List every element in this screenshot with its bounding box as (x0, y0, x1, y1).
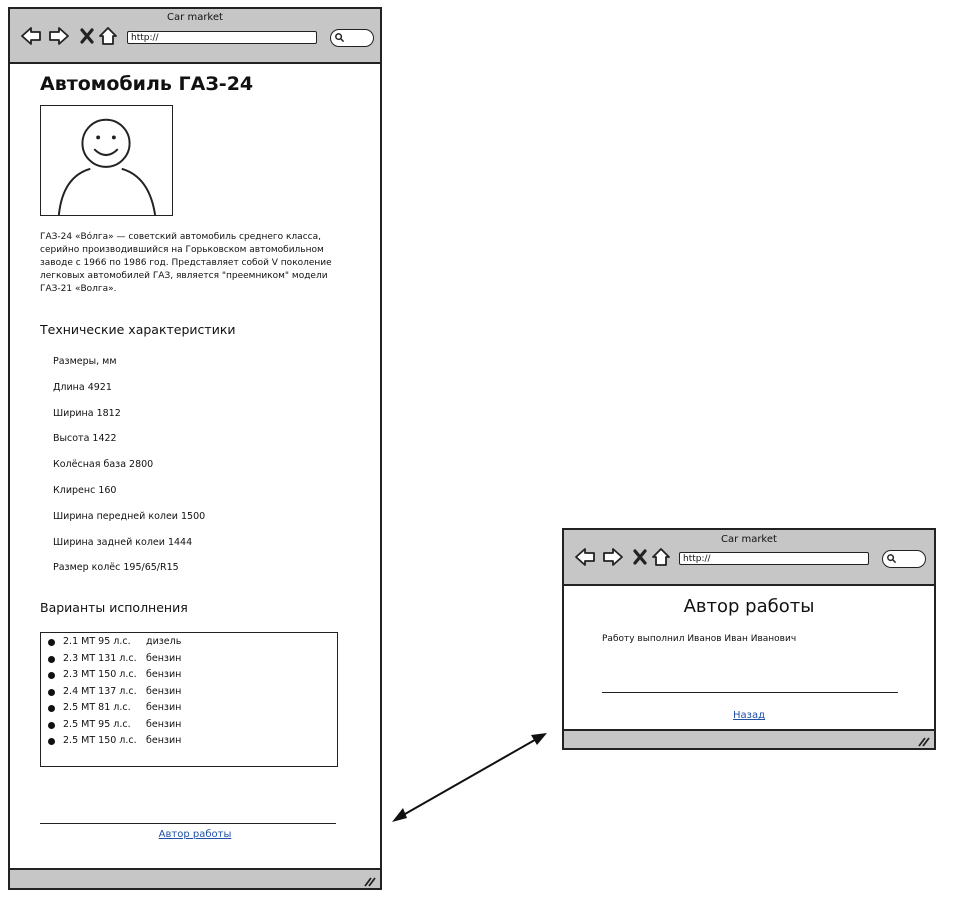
specs-heading: Технические характеристики (40, 322, 236, 337)
bullet-icon (48, 672, 55, 679)
variant-fuel: дизель (146, 636, 182, 647)
status-bar (564, 729, 934, 748)
variants-heading: Варианты исполнения (40, 600, 188, 615)
spec-item: Клиренс 160 (53, 485, 117, 496)
user-placeholder-icon (57, 118, 157, 215)
resize-grip-icon[interactable] (362, 875, 376, 887)
bullet-icon (48, 639, 55, 646)
status-bar (10, 868, 380, 888)
back-arrow-icon[interactable] (20, 25, 42, 47)
arrowhead-right-icon (531, 733, 547, 745)
search-icon (335, 33, 345, 43)
spec-item: Длина 4921 (53, 382, 112, 393)
variant-spec: 2.3 МТ 131 л.с. (63, 653, 137, 664)
variant-spec: 2.3 МТ 150 л.с. (63, 669, 137, 680)
page-title: Автор работы (683, 596, 815, 617)
browser-toolbar: Car market http:// (564, 530, 934, 586)
address-bar[interactable]: http:// (679, 552, 869, 565)
author-link[interactable]: Автор работы (10, 829, 380, 840)
variant-fuel: бензин (146, 735, 182, 746)
connector-line (397, 736, 541, 819)
variant-fuel: бензин (146, 669, 182, 680)
search-field[interactable] (882, 550, 926, 568)
variant-fuel: бензин (146, 719, 182, 730)
bullet-icon (48, 705, 55, 712)
bullet-icon (48, 689, 55, 696)
car-photo-placeholder (40, 105, 173, 216)
spec-item: Ширина задней колеи 1444 (53, 537, 193, 548)
stop-icon[interactable] (76, 25, 98, 47)
spec-item: Размеры, мм (53, 356, 117, 367)
variant-spec: 2.5 МТ 150 л.с. (63, 735, 137, 746)
spec-item: Размер колёс 195/65/R15 (53, 562, 179, 573)
variant-spec: 2.4 МТ 137 л.с. (63, 686, 137, 697)
arrowhead-left-icon (392, 808, 407, 822)
author-info: Работу выполнил Иванов Иван Иванович (602, 634, 797, 644)
spec-item: Ширина передней колеи 1500 (53, 511, 206, 522)
variant-spec: 2.5 МТ 81 л.с. (63, 702, 131, 713)
search-field[interactable] (330, 29, 374, 47)
home-icon[interactable] (650, 546, 672, 568)
variant-fuel: бензин (146, 702, 182, 713)
stop-icon[interactable] (629, 546, 651, 568)
variant-fuel: бензин (146, 686, 182, 697)
main-page-window: Car market http:// Автомобиль ГАЗ-24 ГАЗ… (8, 7, 382, 890)
variant-spec: 2.1 МТ 95 л.с. (63, 636, 131, 647)
bullet-icon (48, 722, 55, 729)
back-arrow-icon[interactable] (574, 546, 596, 568)
back-link[interactable]: Назад (564, 710, 934, 721)
forward-arrow-icon[interactable] (602, 546, 624, 568)
variant-fuel: бензин (146, 653, 182, 664)
spec-item: Колёсная база 2800 (53, 459, 154, 470)
page-title: Автомобиль ГАЗ-24 (40, 73, 254, 95)
bullet-icon (48, 738, 55, 745)
address-bar[interactable]: http:// (127, 31, 317, 44)
footer-divider (602, 692, 898, 693)
search-icon (887, 554, 897, 564)
footer-divider (40, 823, 336, 824)
variants-list: 2.1 МТ 95 л.с. дизель 2.3 МТ 131 л.с. бе… (40, 632, 338, 767)
window-title: Car market (721, 534, 777, 545)
window-title: Car market (167, 12, 223, 23)
variant-spec: 2.5 МТ 95 л.с. (63, 719, 131, 730)
author-page-window: Car market http:// Автор работы Работу в… (562, 528, 936, 750)
browser-toolbar: Car market http:// (10, 9, 380, 64)
bullet-icon (48, 656, 55, 663)
car-description: ГАЗ-24 «Вóлга» — советский автомобиль ср… (40, 232, 332, 294)
spec-item: Высота 1422 (53, 433, 117, 444)
resize-grip-icon[interactable] (916, 735, 930, 747)
spec-item: Ширина 1812 (53, 408, 121, 419)
forward-arrow-icon[interactable] (48, 25, 70, 47)
home-icon[interactable] (97, 25, 119, 47)
